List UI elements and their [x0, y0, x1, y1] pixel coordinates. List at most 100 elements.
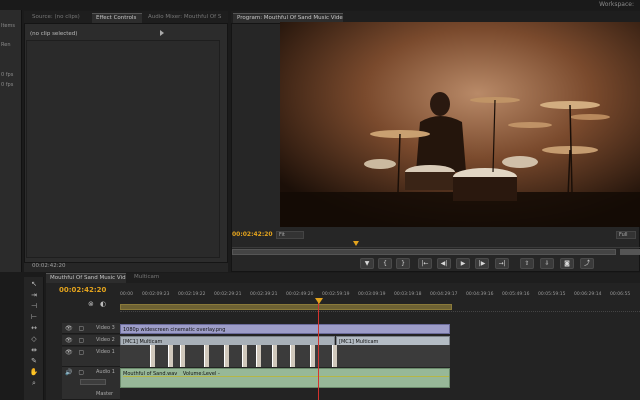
timeline-playhead-icon[interactable] — [315, 298, 323, 304]
snap-icon[interactable]: ⊗ — [88, 300, 94, 308]
tab-effect-controls[interactable]: Effect Controls — [92, 13, 142, 23]
audio-1-clip[interactable]: Mouthful of Sand.wav Volume:Level - — [120, 368, 450, 388]
clip-thumbnail[interactable] — [150, 345, 155, 367]
go-to-in-button[interactable]: |← — [418, 258, 432, 269]
ruler-label: 00:05:59:15 — [538, 292, 566, 297]
program-zoom-scrollbar[interactable] — [232, 249, 616, 255]
track-eye-icon[interactable]: 👁 ▢ — [65, 325, 86, 332]
clip-thumbnail[interactable] — [256, 345, 261, 367]
track-header-video-3[interactable]: 👁 ▢ Video 3 — [62, 323, 120, 334]
ruler-label: 00:06:29:14 — [574, 292, 602, 297]
work-area-guide — [120, 311, 640, 315]
clip-thumbnail[interactable] — [204, 345, 209, 367]
video-3-clip[interactable]: 1080p widescreen cinematic overlay.png — [120, 324, 450, 334]
ruler-label: 00:02:39:21 — [250, 292, 278, 297]
hand-tool-icon[interactable]: ✋ — [28, 367, 40, 377]
slip-tool-icon[interactable]: ⇹ — [28, 345, 40, 355]
pen-tool-icon[interactable]: ✎ — [28, 356, 40, 366]
tools-panel: ↖ ⇥ ⊣ ⊢ ↔ ◇ ⇹ ✎ ✋ ⌕ — [24, 277, 44, 400]
project-items-count: Items — [1, 23, 15, 29]
ruler-label: 00:02:59:19 — [322, 292, 350, 297]
track-select-tool-icon[interactable]: ⇥ — [28, 290, 40, 300]
mark-out-button[interactable]: } — [396, 258, 410, 269]
step-back-button[interactable]: ◀| — [437, 258, 451, 269]
program-video-frame — [280, 22, 640, 227]
ruler-label: 00:02:49:20 — [286, 292, 314, 297]
source-panel-tabs: Source: (no clips) Effect Controls Audio… — [24, 11, 228, 23]
clip-thumbnail[interactable] — [310, 345, 315, 367]
drummer-scene-image — [280, 22, 640, 227]
speaker-icon[interactable]: 🔊 ▢ — [65, 369, 86, 376]
no-clip-selected-text: (no clip selected) — [30, 31, 78, 37]
track-name: Video 1 — [96, 349, 115, 355]
fit-dropdown[interactable]: Fit — [276, 231, 304, 239]
work-area-bar[interactable] — [120, 304, 452, 310]
clip-thumbnail[interactable] — [242, 345, 247, 367]
timeline-timecode[interactable]: 00:02:42:20 — [59, 286, 106, 294]
track-header-video-2[interactable]: 👁 ▢ Video 2 — [62, 335, 120, 346]
ruler-label: 00:00 — [120, 292, 133, 297]
track-name: Video 3 — [96, 325, 115, 331]
ruler-label: 00:03:09:19 — [358, 292, 386, 297]
panel-menu-arrow-icon[interactable] — [160, 30, 164, 36]
ruler-label: 00:02:29:21 — [214, 292, 242, 297]
tab-sequence[interactable]: Mouthful Of Sand Music Video — [46, 273, 126, 283]
clip-thumbnail[interactable] — [180, 345, 185, 367]
track-header-master[interactable]: Master — [62, 389, 120, 400]
track-volume-slider[interactable] — [80, 379, 106, 385]
effect-controls-timecode[interactable]: 00:02:42:20 — [32, 263, 66, 269]
ruler-label: 00:04:29:17 — [430, 292, 458, 297]
program-playhead-icon[interactable] — [353, 241, 359, 246]
clip-thumbnail[interactable] — [290, 345, 295, 367]
track-name: Video 2 — [96, 337, 115, 343]
track-eye-icon[interactable]: 👁 ▢ — [65, 349, 86, 356]
program-scrollbar-handle[interactable] — [620, 249, 640, 255]
razor-tool-icon[interactable]: ◇ — [28, 334, 40, 344]
clip-thumbnail[interactable] — [332, 345, 337, 367]
timeline-tabs: Mouthful Of Sand Music Video Multicam — [46, 273, 640, 283]
ruler-label: 00:02:19:22 — [178, 292, 206, 297]
mark-in-button[interactable]: ▼ — [360, 258, 374, 269]
video-1-clips[interactable] — [120, 345, 450, 367]
track-name: Master — [96, 391, 114, 397]
tab-source[interactable]: Source: (no clips) — [28, 13, 88, 23]
timeline-playhead-line[interactable] — [318, 299, 319, 400]
program-timecode[interactable]: 00:02:42:20 — [232, 231, 273, 238]
go-to-out-button[interactable]: →| — [495, 258, 509, 269]
effect-controls-area — [26, 40, 220, 258]
play-button[interactable]: ▶ — [456, 258, 470, 269]
project-fps-1: 0 fps — [1, 72, 14, 78]
tab-multicam[interactable]: Multicam — [130, 273, 170, 283]
workspace-label[interactable]: Workspace: — [599, 1, 634, 8]
resolution-dropdown[interactable]: Full — [616, 231, 636, 239]
lift-button[interactable]: ⇧ — [520, 258, 534, 269]
project-ren-label: Ren — [1, 42, 11, 48]
track-eye-icon[interactable]: 👁 ▢ — [65, 337, 86, 344]
program-time-ruler[interactable] — [232, 242, 640, 248]
trim-button[interactable]: ⤴ — [580, 258, 594, 269]
volume-rubber-band[interactable] — [123, 376, 449, 377]
rolling-edit-tool-icon[interactable]: ⊢ — [28, 312, 40, 322]
track-header-audio-1[interactable]: 🔊 ▢ Audio 1 — [62, 367, 120, 389]
ruler-label: 00:05:49:16 — [502, 292, 530, 297]
tab-audio-mixer[interactable]: Audio Mixer: Mouthful Of S — [144, 13, 228, 23]
project-fps-2: 0 fps — [1, 82, 14, 88]
selection-tool-icon[interactable]: ↖ — [28, 279, 40, 289]
top-menu-bar — [0, 0, 640, 10]
ruler-label: 00:06:55 — [610, 292, 631, 297]
clip-thumbnail[interactable] — [168, 345, 173, 367]
extract-button[interactable]: ⇩ — [540, 258, 554, 269]
zoom-tool-icon[interactable]: ⌕ — [28, 378, 40, 388]
timeline-ruler[interactable]: 00:00 00:02:09:23 00:02:19:22 00:02:29:2… — [120, 292, 640, 300]
export-frame-button[interactable]: ◙ — [560, 258, 574, 269]
step-forward-button[interactable]: |▶ — [475, 258, 489, 269]
ripple-edit-tool-icon[interactable]: ⊣ — [28, 301, 40, 311]
marker-icon[interactable]: ◐ — [100, 300, 106, 308]
ruler-label: 00:04:39:16 — [466, 292, 494, 297]
rate-stretch-tool-icon[interactable]: ↔ — [28, 323, 40, 333]
clip-thumbnail[interactable] — [272, 345, 277, 367]
clip-thumbnail[interactable] — [224, 345, 229, 367]
ruler-label: 00:02:09:23 — [142, 292, 170, 297]
mark-out-brace-button[interactable]: { — [378, 258, 392, 269]
track-header-video-1[interactable]: 👁 ▢ Video 1 — [62, 347, 120, 367]
